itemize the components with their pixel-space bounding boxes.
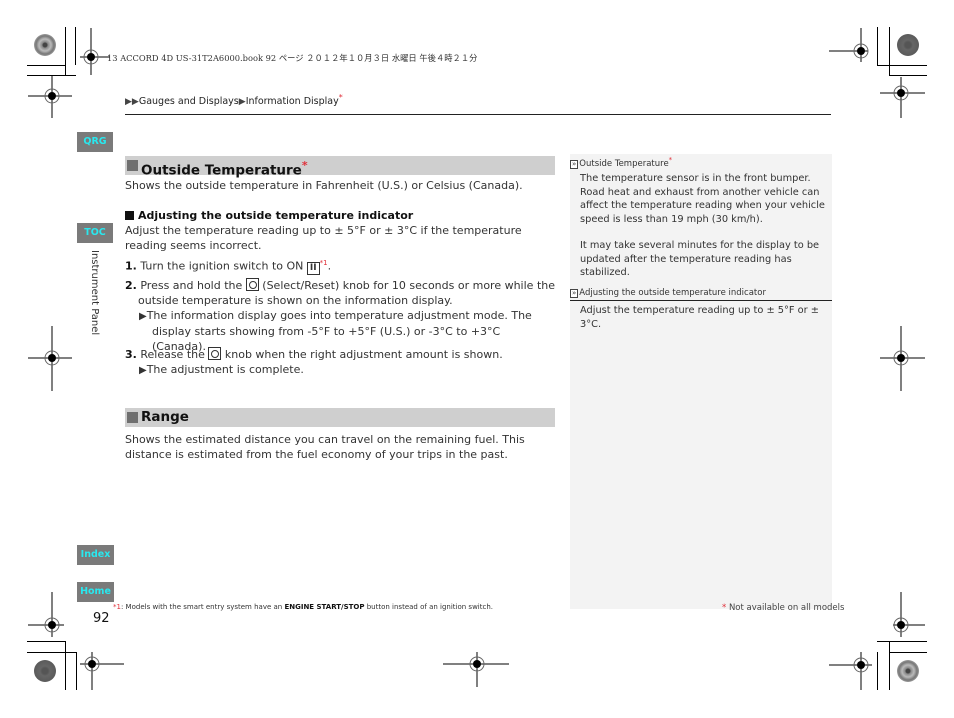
step-1: 1. Turn the ignition switch to ON II *1. [125, 256, 555, 275]
section-header-range: Range [125, 408, 555, 427]
step-text: knob when the right adjustment amount is… [224, 348, 503, 361]
step-text: Release the [140, 348, 205, 361]
section-header-outside-temperature: Outside Temperature* [125, 156, 555, 179]
select-reset-knob-icon [245, 278, 259, 291]
breadcrumb: ▶▶Gauges and Displays▶Information Displa… [125, 93, 343, 107]
color-dial-icon [34, 34, 56, 56]
footnote-text-end: button instead of an ignition switch. [364, 603, 493, 611]
breadcrumb-link-gauges[interactable]: Gauges and Displays [139, 96, 239, 107]
footnote-text: : Models with the smart entry system hav… [120, 603, 285, 611]
breadcrumb-separator: ▶ [238, 97, 246, 108]
step-text-line2: outside temperature is shown on the info… [138, 294, 453, 307]
step-text: Press and hold the [140, 279, 243, 292]
note-paragraph: It may take several minutes for the disp… [580, 240, 820, 278]
note-heading-outside-temperature: » Outside Temperature* [570, 156, 672, 169]
crop-line [65, 641, 66, 690]
availability-star: * [338, 93, 343, 102]
step-3: 3. Release the knob when the right adjus… [125, 347, 555, 378]
print-header: 13 ACCORD 4D US-31T2A6000.book 92 ページ ２０… [107, 53, 478, 63]
crop-line [877, 65, 927, 66]
bullet-square-icon [125, 211, 134, 220]
note-heading-text: Outside Temperature [579, 158, 669, 169]
note-paragraph: The temperature sensor is in the front b… [580, 173, 825, 225]
footnote: *1: Models with the smart entry system h… [113, 603, 493, 611]
crop-line [27, 75, 76, 76]
index-tab[interactable]: Index [77, 545, 114, 565]
crop-line [877, 641, 927, 642]
home-tab[interactable]: Home [77, 582, 114, 602]
step-text-end: . [327, 259, 332, 273]
subheading-adjusting: Adjusting the outside temperature indica… [125, 209, 413, 222]
result-arrow-icon: ▶ [139, 311, 147, 322]
step-number: 1. [125, 259, 137, 273]
select-reset-knob-icon [208, 347, 222, 360]
header-rule [125, 114, 831, 115]
section-title-text: Outside Temperature [141, 162, 302, 179]
breadcrumb-link-information-display[interactable]: Information Display [246, 96, 339, 107]
reference-arrow-icon: » [570, 289, 579, 298]
step-text: (Select/Reset) knob for 10 seconds or mo… [262, 279, 555, 292]
step-text: Turn the ignition switch to ON [140, 259, 304, 273]
footnote-mark: *1 [113, 603, 121, 611]
outside-temp-intro: Shows the outside temperature in Fahrenh… [125, 179, 523, 192]
result-text: The adjustment is complete. [146, 363, 304, 376]
availability-star: * [722, 603, 727, 613]
crop-line [27, 652, 77, 653]
section-title: Outside Temperature* [141, 156, 308, 181]
availability-star: * [668, 156, 673, 164]
crop-line [76, 652, 77, 690]
chapter-label: Instrument Panel [89, 250, 100, 336]
availability-star: * [301, 159, 308, 172]
crop-line [27, 641, 66, 642]
section-title: Range [141, 409, 189, 425]
section-square-icon [127, 412, 138, 423]
color-dial-icon [897, 660, 919, 682]
reference-arrow-icon: » [570, 159, 579, 169]
ignition-on-icon: II [306, 261, 320, 275]
adjusting-text: Adjust the temperature reading up to ± 5… [125, 224, 522, 252]
availability-text: Not available on all models [728, 603, 845, 613]
step-result: ▶The adjustment is complete. [125, 362, 555, 378]
step-number: 2. [125, 279, 137, 292]
color-dial-icon [34, 660, 56, 682]
crop-line [889, 652, 927, 653]
note-rule [570, 300, 832, 301]
crop-line [877, 652, 878, 690]
crop-line [889, 641, 890, 690]
subheading-text: Adjusting the outside temperature indica… [138, 209, 414, 222]
note-heading-adjusting: » Adjusting the outside temperature indic… [570, 288, 766, 298]
toc-tab[interactable]: TOC [77, 223, 113, 243]
color-dial-icon [897, 34, 919, 56]
note-paragraph: Adjust the temperature reading up to ± 5… [580, 305, 819, 330]
section-square-icon [127, 160, 138, 171]
footnote-bold: ENGINE START/STOP [284, 603, 365, 611]
breadcrumb-arrows: ▶▶ [125, 97, 139, 108]
step-2: 2. Press and hold the (Select/Reset) kno… [125, 278, 555, 354]
crop-line [75, 27, 76, 65]
page-number: 92 [93, 611, 110, 626]
crop-line [889, 27, 890, 76]
crop-line [889, 75, 927, 76]
result-arrow-icon: ▶ [139, 365, 147, 376]
crop-line [27, 65, 66, 66]
range-text: Shows the estimated distance you can tra… [125, 433, 525, 461]
availability-note: * Not available on all models [722, 603, 844, 613]
note-heading-text: Adjusting the outside temperature indica… [579, 288, 766, 298]
crop-line [65, 27, 66, 76]
step-number: 3. [125, 348, 137, 361]
crop-line [877, 27, 878, 65]
qrg-tab[interactable]: QRG [77, 132, 113, 152]
footnote-ref[interactable]: *1 [320, 259, 328, 267]
